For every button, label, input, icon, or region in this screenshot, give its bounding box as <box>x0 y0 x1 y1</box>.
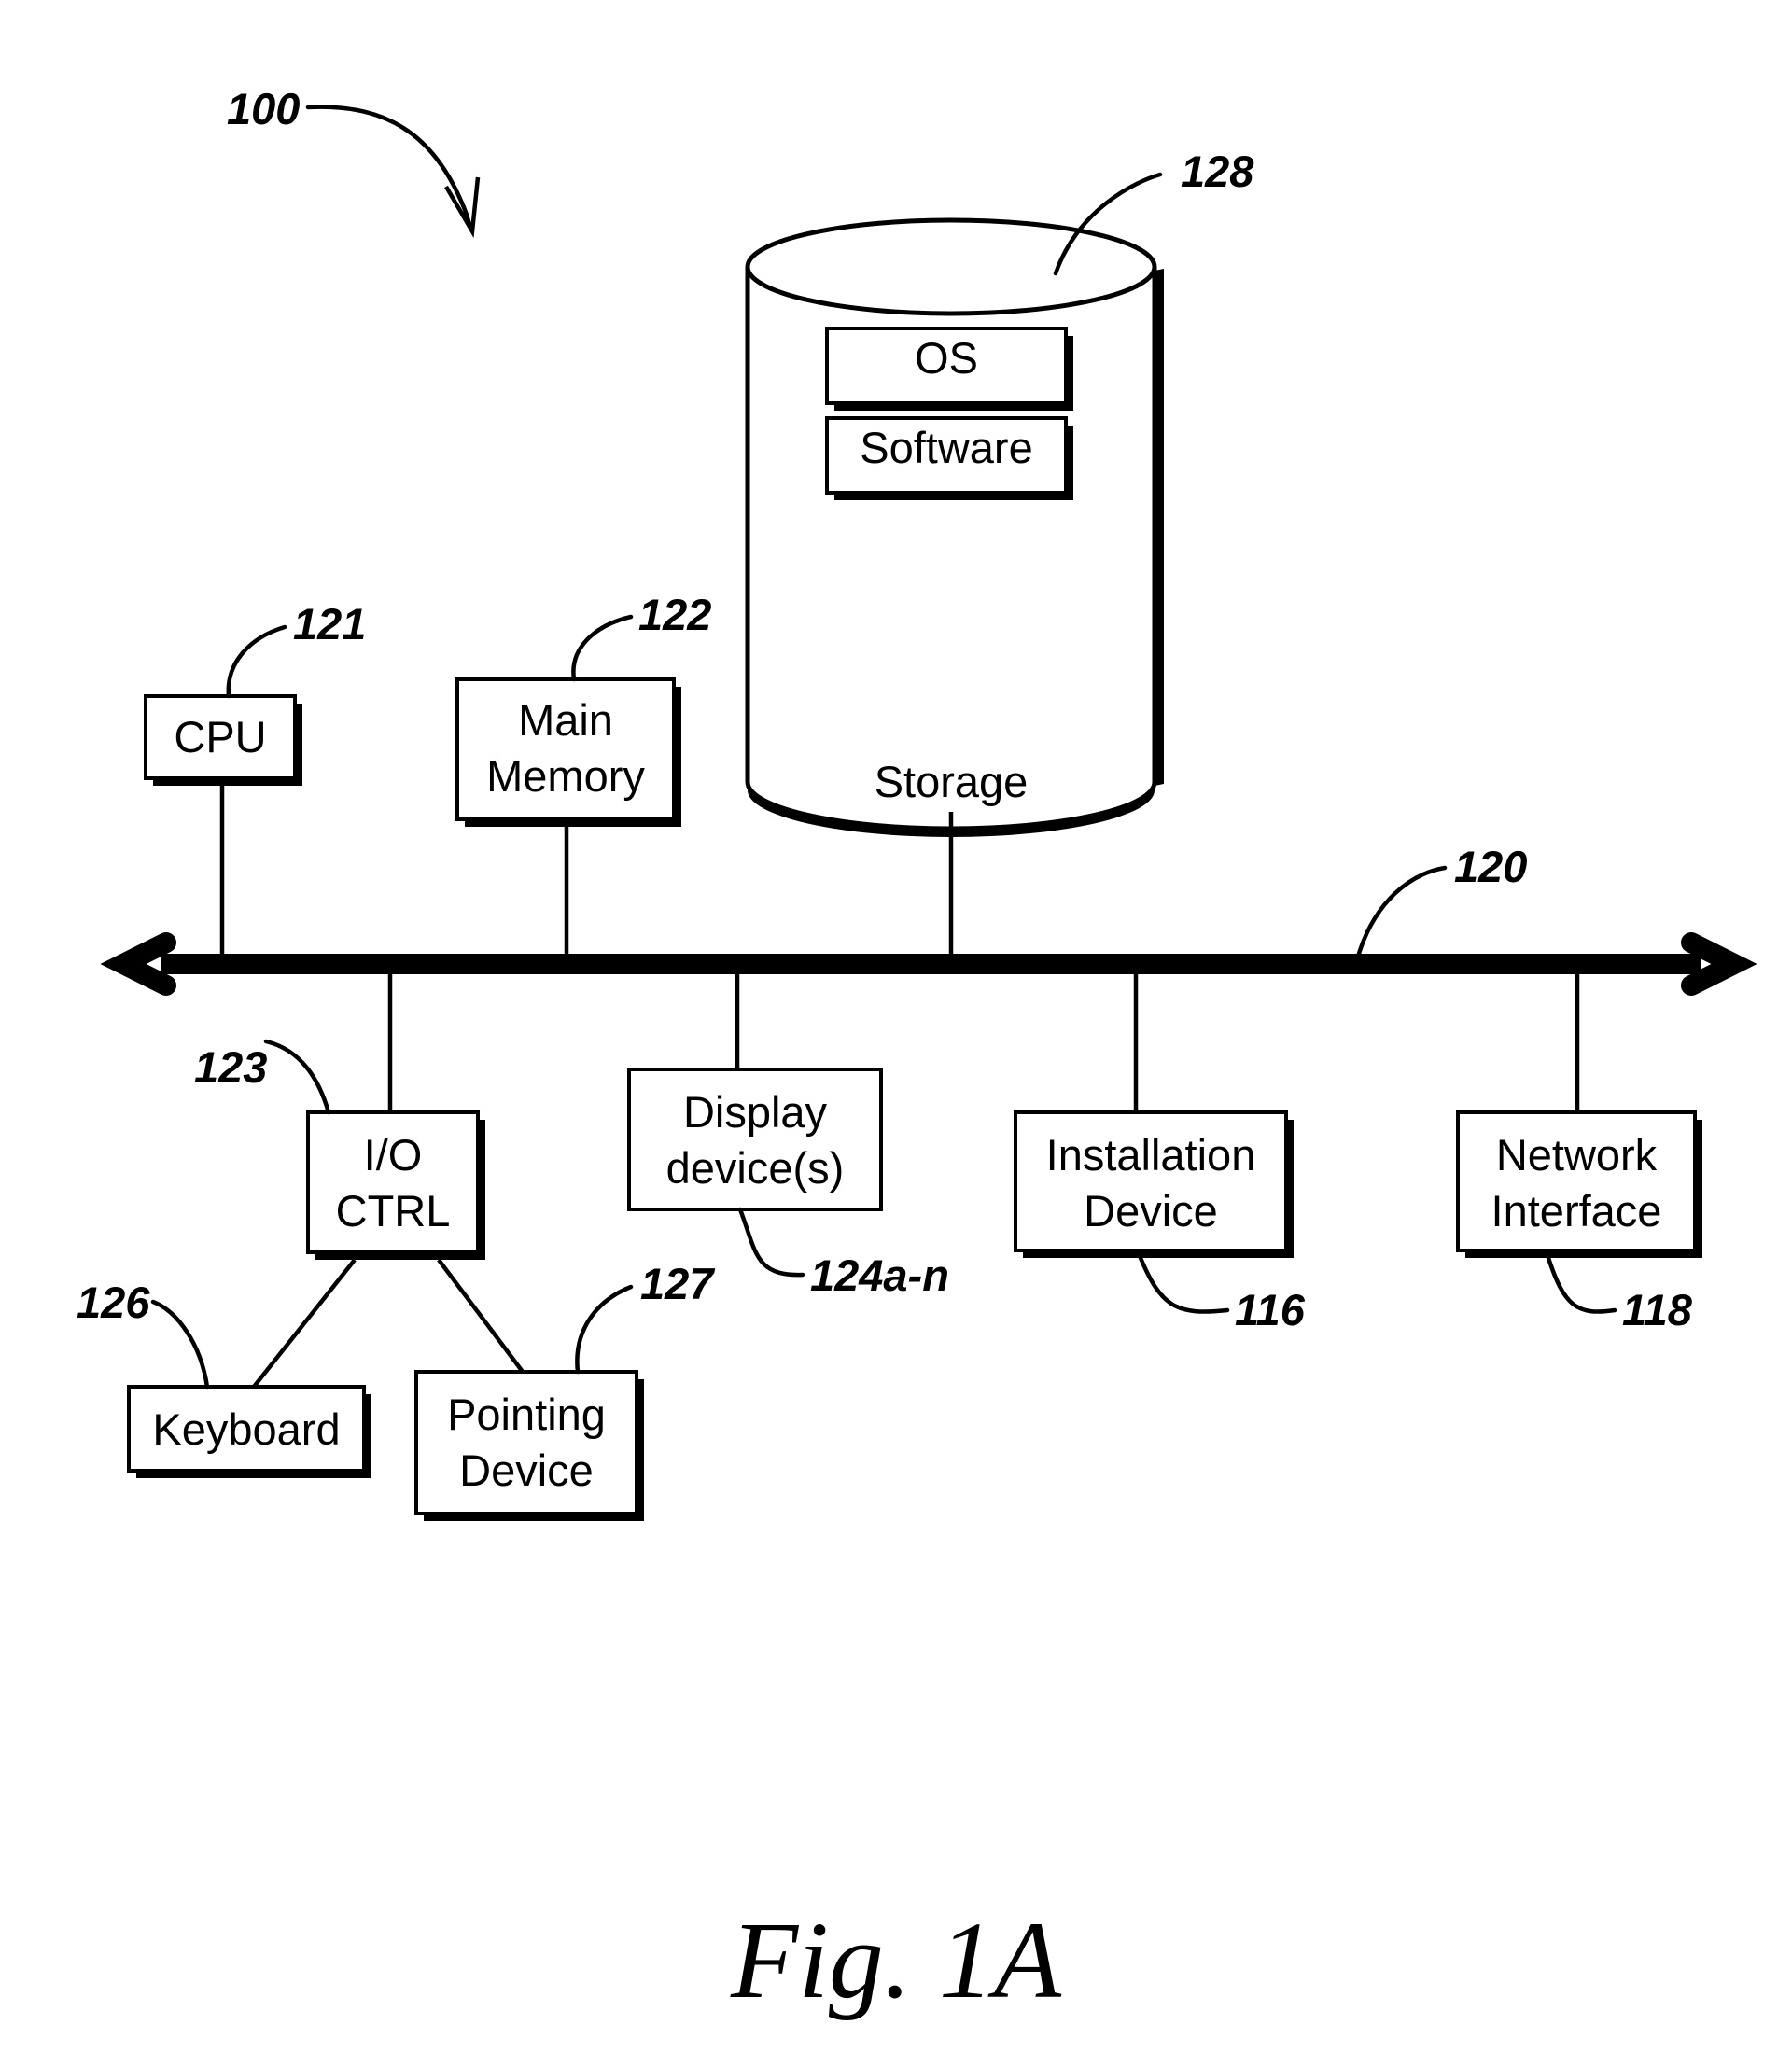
figure-1a-diagram: 100 128 OS Software Storage CPU 121 Main… <box>77 84 1757 2021</box>
keyboard-label: Keyboard <box>152 1404 340 1454</box>
main-memory-label-line1: Main <box>518 695 613 745</box>
installation-device-label-line2: Device <box>1084 1186 1218 1236</box>
display-devices-label-line2: device(s) <box>666 1143 845 1193</box>
network-interface-label-line1: Network <box>1496 1130 1658 1180</box>
ref-127: 127 <box>640 1259 715 1308</box>
main-memory-label-line2: Memory <box>486 751 645 801</box>
installation-device-box: Installation Device <box>1014 1110 1294 1258</box>
io-keyboard-connector <box>252 1258 357 1389</box>
ref-122: 122 <box>638 590 711 639</box>
ref-126: 126 <box>77 1278 150 1327</box>
ref-121: 121 <box>293 599 366 649</box>
io-pointing-connector <box>437 1258 525 1374</box>
storage-cylinder <box>745 217 1164 837</box>
installation-device-label-line1: Installation <box>1046 1130 1256 1180</box>
os-label: OS <box>915 333 978 383</box>
storage-label: Storage <box>875 757 1029 806</box>
bus-ref-callout: 120 <box>1355 842 1527 959</box>
main-memory-box: Main Memory <box>455 677 681 827</box>
storage-ref-callout: 128 <box>1053 147 1254 276</box>
display-devices-ref-callout: 124a-n <box>737 1207 949 1300</box>
software-label: Software <box>860 423 1032 472</box>
ref-116: 116 <box>1235 1285 1306 1334</box>
cpu-box: CPU <box>144 694 302 786</box>
ref-128: 128 <box>1181 147 1254 196</box>
system-bus <box>100 932 1757 996</box>
pointing-device-ref-callout: 127 <box>575 1259 715 1375</box>
io-ctrl-box: I/O CTRL <box>306 1110 485 1260</box>
ref-124a-n: 124a-n <box>810 1250 949 1300</box>
cpu-ref-callout: 121 <box>226 599 366 699</box>
pointing-device-label-line2: Device <box>459 1445 594 1495</box>
network-interface-ref-callout: 118 <box>1546 1255 1693 1334</box>
io-ctrl-label-line1: I/O <box>364 1130 423 1180</box>
ref-120: 120 <box>1454 842 1527 891</box>
ref-118: 118 <box>1622 1285 1693 1334</box>
ref-123: 123 <box>194 1042 267 1092</box>
io-ctrl-label-line2: CTRL <box>336 1186 451 1236</box>
pointing-device-box: Pointing Device <box>414 1370 644 1521</box>
display-devices-label-line1: Display <box>683 1087 828 1137</box>
keyboard-box: Keyboard <box>127 1385 371 1478</box>
ref-100: 100 <box>227 84 300 133</box>
display-devices-box: Display device(s) <box>627 1068 883 1211</box>
patent-figure-page: 100 128 OS Software Storage CPU 121 Main… <box>0 0 1792 2053</box>
storage-software-box: Software <box>825 416 1073 500</box>
keyboard-ref-callout: 126 <box>77 1278 210 1390</box>
network-interface-label-line2: Interface <box>1491 1186 1662 1236</box>
storage-os-box: OS <box>825 327 1073 411</box>
bus-left-arrowhead <box>100 932 176 996</box>
cpu-label: CPU <box>174 712 266 761</box>
figure-caption: Fig. 1A <box>730 1899 1062 2021</box>
network-interface-box: Network Interface <box>1456 1110 1702 1258</box>
main-memory-ref-callout: 122 <box>571 590 711 682</box>
installation-device-ref-callout: 116 <box>1138 1255 1306 1334</box>
system-reference-callout: 100 <box>227 84 481 239</box>
pointing-device-label-line1: Pointing <box>447 1390 606 1439</box>
io-ctrl-ref-callout: 123 <box>194 1039 331 1115</box>
